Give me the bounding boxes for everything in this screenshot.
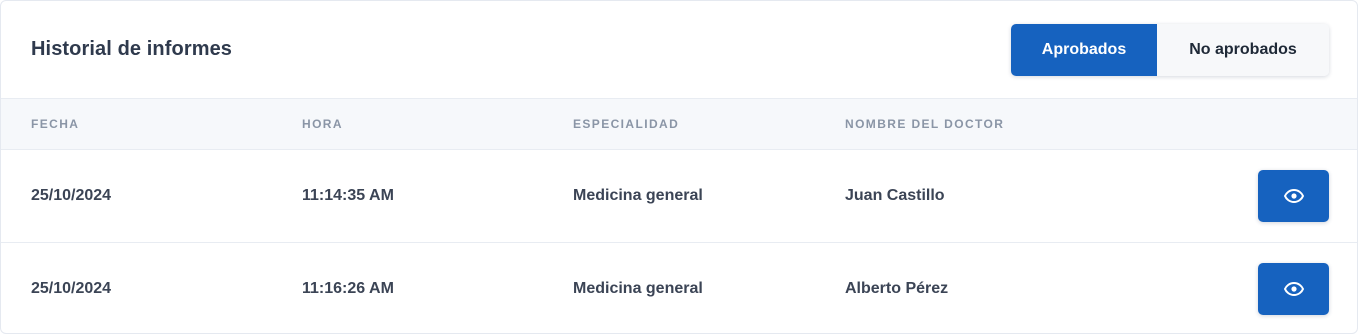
column-header-doctor: NOMBRE DEL DOCTOR — [845, 117, 1005, 131]
reports-history-card: Historial de informes Aprobados No aprob… — [0, 0, 1358, 334]
approved-filter-button[interactable]: Aprobados — [1011, 23, 1157, 76]
page-title: Historial de informes — [31, 38, 233, 60]
cell-especialidad: Medicina general — [573, 187, 703, 204]
column-header-especialidad: ESPECIALIDAD — [573, 117, 680, 131]
cell-fecha: 25/10/2024 — [31, 187, 112, 204]
cell-doctor: Juan Castillo — [845, 187, 945, 204]
eye-icon — [1283, 282, 1304, 296]
table-header: FECHA HORA ESPECIALIDAD NOMBRE DEL DOCTO… — [1, 99, 1357, 150]
cell-doctor: Alberto Pérez — [845, 280, 949, 297]
table-row: 25/10/2024 11:16:26 AM Medicina general … — [1, 243, 1357, 333]
cell-especialidad: Medicina general — [573, 280, 703, 297]
cell-hora: 11:14:35 AM — [302, 187, 394, 204]
card-header: Historial de informes Aprobados No aprob… — [1, 1, 1357, 99]
not-approved-filter-button[interactable]: No aprobados — [1157, 23, 1329, 76]
column-header-fecha: FECHA — [31, 117, 80, 131]
eye-icon — [1283, 189, 1304, 203]
table-row: 25/10/2024 11:14:35 AM Medicina general … — [1, 150, 1357, 243]
view-report-button[interactable] — [1258, 170, 1329, 222]
view-report-button[interactable] — [1258, 263, 1329, 315]
column-header-hora: HORA — [302, 117, 343, 131]
cell-hora: 11:16:26 AM — [302, 280, 394, 297]
approval-filter-toggle: Aprobados No aprobados — [1011, 23, 1329, 76]
cell-fecha: 25/10/2024 — [31, 280, 112, 297]
